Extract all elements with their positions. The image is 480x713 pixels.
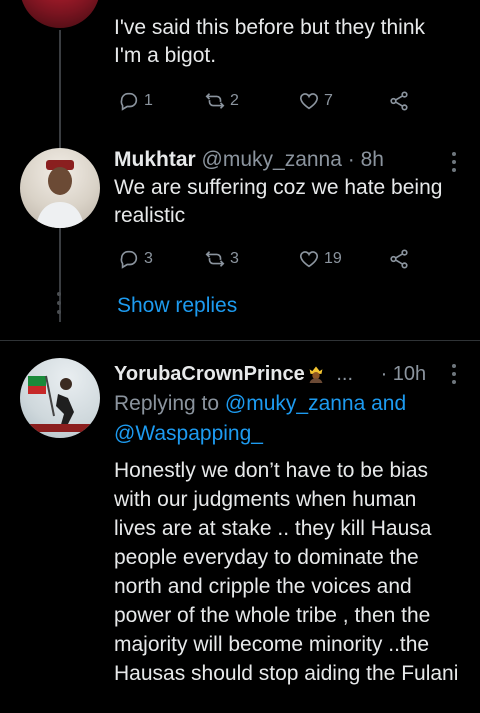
reply-count: 3: [144, 250, 153, 267]
reply-button[interactable]: 1: [118, 90, 153, 112]
more-icon: [452, 364, 456, 368]
like-button[interactable]: 7: [298, 90, 333, 112]
like-count: 7: [324, 92, 333, 109]
avatar-yorubacrownprince[interactable]: [20, 358, 100, 438]
reply-icon: [120, 250, 138, 269]
tweet-header: YorubaCrownPrince ... · 10h: [114, 360, 449, 388]
share-button[interactable]: [388, 248, 410, 270]
thread-line: [59, 440, 61, 713]
share-icon: [390, 91, 408, 111]
thread-dots: [57, 292, 61, 314]
divider: [0, 340, 480, 341]
tweet-text: We are suffering coz we hate being reali…: [114, 176, 443, 227]
author-name[interactable]: YorubaCrownPrince: [114, 363, 305, 385]
author-handle[interactable]: @muky_zanna: [202, 148, 342, 171]
like-icon: [299, 251, 319, 268]
person-icon: [36, 160, 84, 228]
replying-to-label: Replying to: [114, 392, 220, 415]
tweet-time: · 10h: [380, 363, 427, 385]
tweet-actions: 3 3 19: [118, 248, 418, 272]
tweet-time: · 8h: [347, 148, 384, 171]
like-icon: [299, 93, 319, 110]
person-with-flag-icon: [28, 375, 90, 432]
replying-to-mention[interactable]: @Waspapping_: [114, 420, 263, 448]
author-name[interactable]: Mukhtar: [114, 148, 196, 171]
replying-to-mention[interactable]: @muky_zanna and: [225, 392, 406, 415]
avatar-mukhtar[interactable]: [20, 148, 100, 228]
tweet-header: Mukhtar @muky_zanna · 8h: [114, 146, 434, 174]
retweet-count: 2: [230, 92, 239, 109]
retweet-icon: [205, 251, 225, 267]
like-button[interactable]: 19: [298, 248, 342, 270]
crowned-person-emoji-icon: [309, 366, 323, 383]
reply-button[interactable]: 3: [118, 248, 153, 270]
retweet-button[interactable]: 3: [204, 248, 239, 270]
name-ellipsis: ...: [336, 363, 354, 385]
retweet-icon: [205, 93, 225, 109]
reply-count: 1: [144, 92, 153, 109]
reply-context: Replying to @muky_zanna and: [114, 390, 454, 418]
share-icon: [390, 249, 408, 269]
retweet-count: 3: [230, 250, 239, 267]
show-replies-link[interactable]: Show replies: [117, 292, 237, 320]
tweet-text: Honestly we don’t have to be bias with o…: [114, 459, 459, 685]
reply-icon: [120, 92, 138, 111]
retweet-button[interactable]: 2: [204, 90, 239, 112]
avatar-partial[interactable]: [20, 0, 100, 28]
share-button[interactable]: [388, 90, 410, 112]
tweet-text: I've said this before but they think I'm…: [114, 16, 426, 67]
like-count: 19: [324, 250, 342, 267]
tweet-actions: 1 2 7: [118, 90, 418, 114]
more-button[interactable]: [452, 152, 456, 176]
more-icon: [452, 152, 456, 156]
more-button[interactable]: [452, 364, 456, 388]
